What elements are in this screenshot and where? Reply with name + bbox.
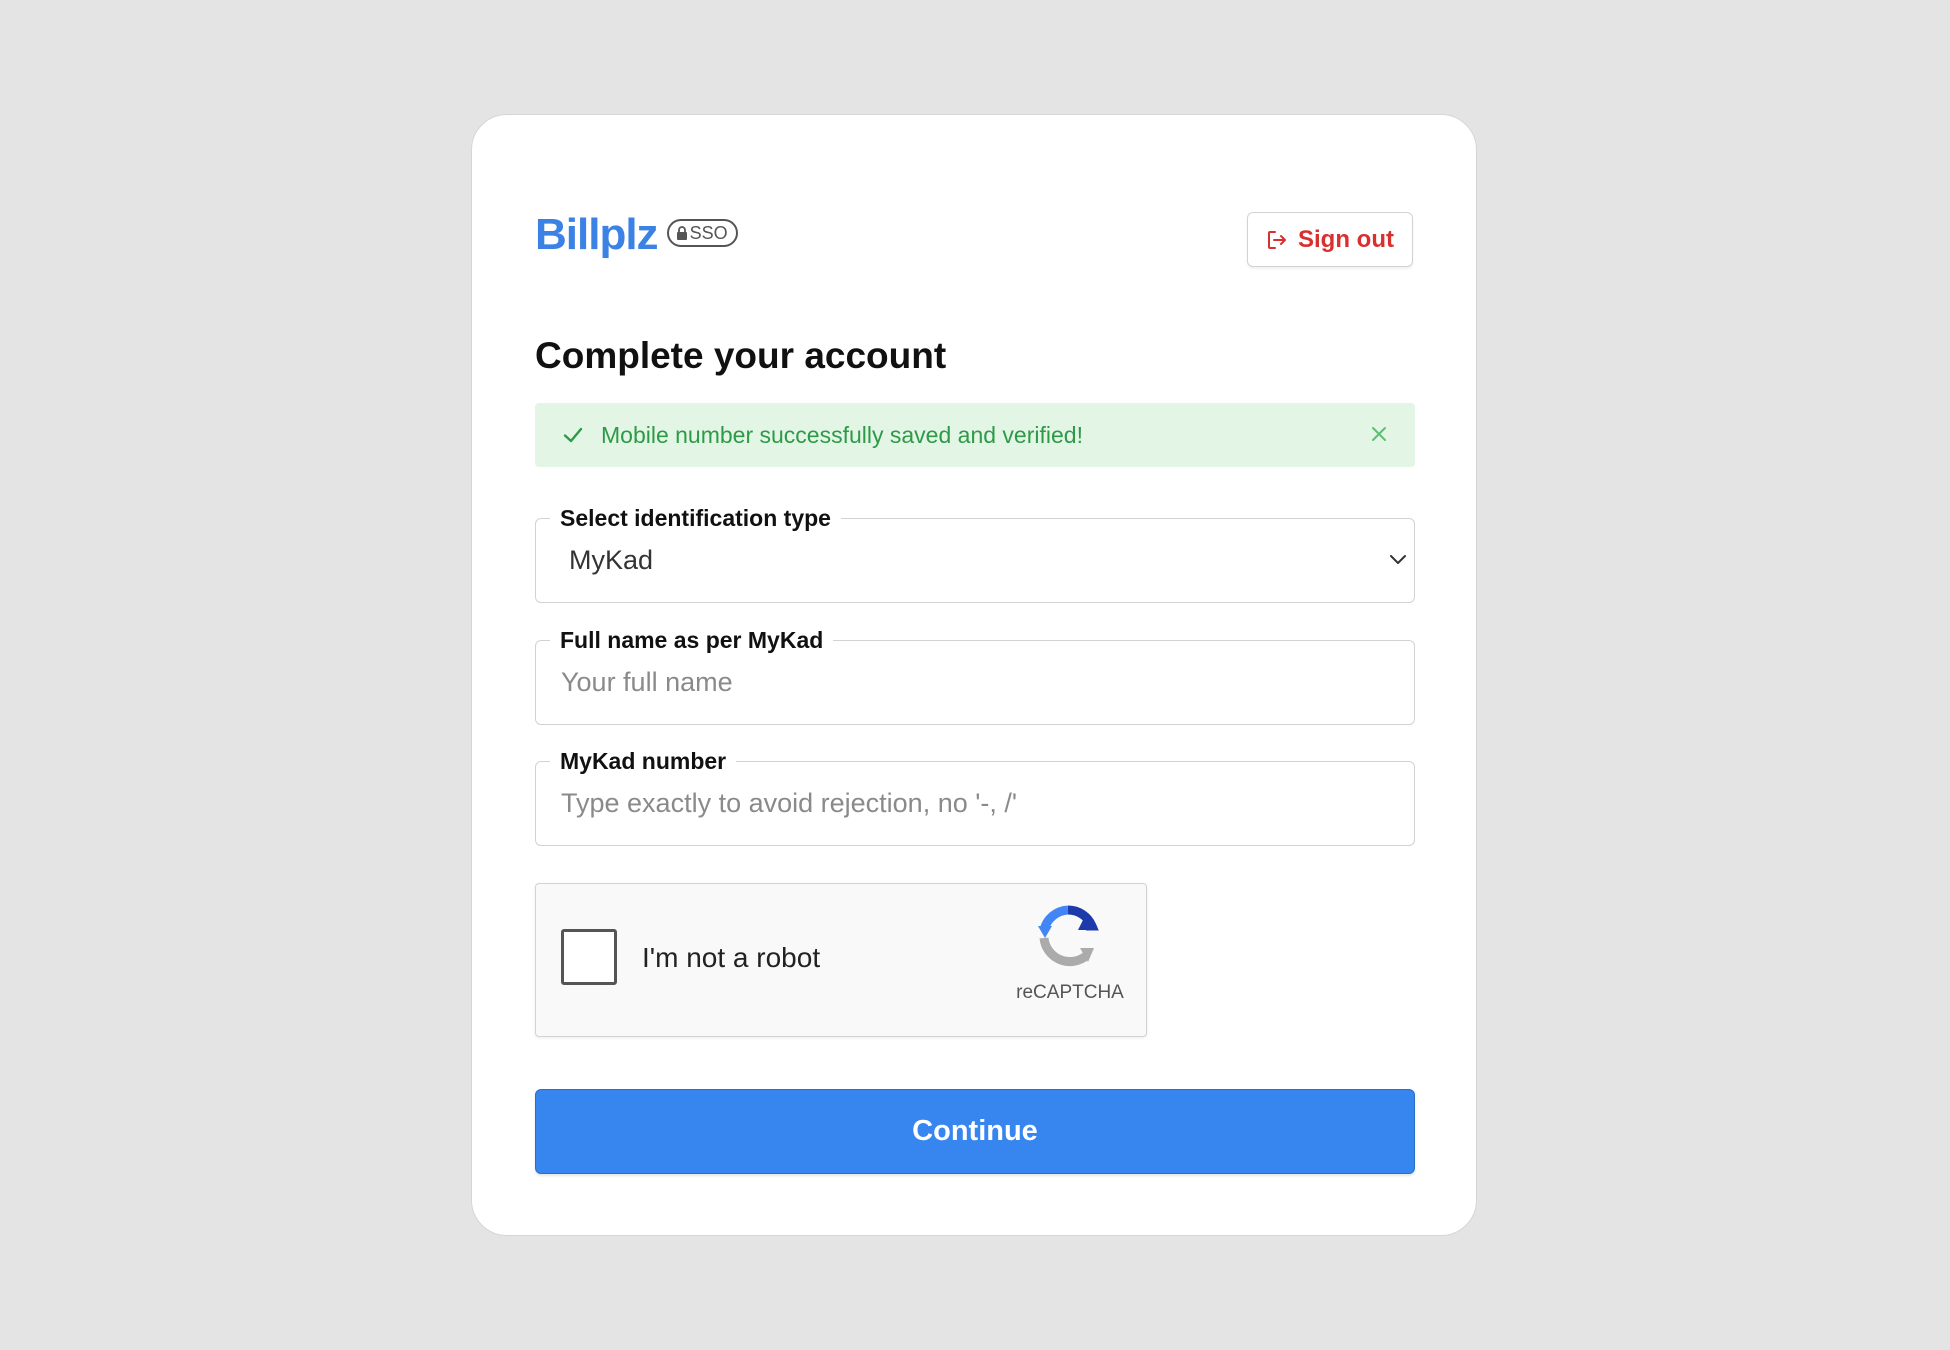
brand-name: Billplz bbox=[535, 210, 659, 259]
full-name-input[interactable]: Your full name bbox=[561, 667, 733, 698]
sign-out-button[interactable]: Sign out bbox=[1247, 212, 1413, 267]
id-number-label: MyKad number bbox=[550, 747, 737, 775]
sign-out-label: Sign out bbox=[1298, 225, 1394, 253]
recaptcha-brand: reCAPTCHA bbox=[1016, 982, 1124, 1003]
account-card: Billplz SSO Sign out Complete your accou… bbox=[471, 114, 1477, 1236]
lock-icon bbox=[676, 226, 687, 240]
success-alert: Mobile number successfully saved and ver… bbox=[535, 403, 1415, 467]
chevron-down-icon bbox=[1390, 555, 1406, 564]
sign-out-icon bbox=[1268, 230, 1286, 249]
id-type-select[interactable]: Select identification type MyKad bbox=[535, 504, 1415, 603]
recaptcha-label: I'm not a robot bbox=[642, 942, 821, 973]
page-title: Complete your account bbox=[535, 335, 947, 376]
brand-logo: Billplz SSO bbox=[535, 213, 738, 257]
id-number-input[interactable]: Type exactly to avoid rejection, no '-, … bbox=[561, 788, 1017, 819]
id-type-value: MyKad bbox=[569, 545, 654, 575]
recaptcha-logo-icon bbox=[1038, 905, 1099, 967]
close-icon[interactable] bbox=[1370, 425, 1388, 443]
recaptcha-checkbox[interactable] bbox=[561, 929, 617, 985]
alert-message: Mobile number successfully saved and ver… bbox=[601, 421, 1083, 448]
continue-button[interactable]: Continue bbox=[535, 1089, 1415, 1174]
id-number-field[interactable]: MyKad number Type exactly to avoid rejec… bbox=[535, 747, 1415, 846]
recaptcha-widget: I'm not a robot reCAPTCHA bbox=[535, 883, 1147, 1037]
check-icon bbox=[563, 427, 583, 443]
full-name-label: Full name as per MyKad bbox=[550, 626, 834, 654]
sso-badge: SSO bbox=[666, 219, 738, 247]
full-name-field[interactable]: Full name as per MyKad Your full name bbox=[535, 626, 1415, 725]
id-type-label: Select identification type bbox=[550, 504, 841, 532]
sso-badge-label: SSO bbox=[689, 222, 728, 243]
